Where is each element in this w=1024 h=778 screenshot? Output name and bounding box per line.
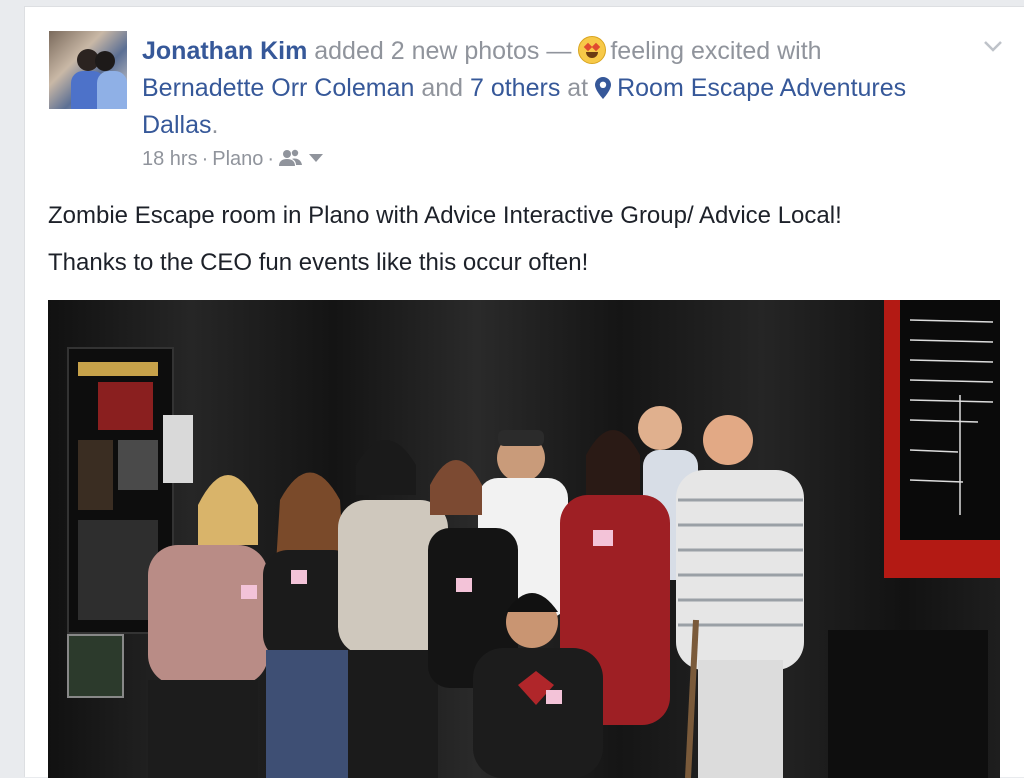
author-name-link[interactable]: Jonathan Kim: [142, 37, 307, 65]
post-meta: 18 hrs · Plano ·: [142, 147, 324, 171]
feeling-text: feeling excited with: [610, 37, 822, 65]
location-pin-icon: [595, 77, 612, 99]
red-board: [884, 300, 1000, 578]
post-card: Jonathan Kim added 2 new photos — feelin…: [24, 6, 1024, 778]
timestamp-link[interactable]: 18 hrs: [142, 148, 198, 170]
group-photo-illustration: [48, 300, 1000, 778]
chevron-down-icon: [309, 154, 324, 162]
friends-icon: [279, 149, 303, 166]
others-link[interactable]: 7 others: [470, 74, 560, 102]
post-message-line: Thanks to the CEO fun events like this o…: [48, 249, 589, 276]
post-header: Jonathan Kim added 2 new photos — feelin…: [142, 33, 922, 144]
post-photo[interactable]: [48, 300, 1000, 778]
author-avatar[interactable]: [49, 31, 127, 109]
audience-selector[interactable]: [278, 148, 324, 170]
action-text: added 2 new photos —: [314, 37, 572, 65]
and-text: and: [421, 74, 464, 102]
location-link[interactable]: Plano: [212, 148, 263, 170]
tagged-person-link[interactable]: Bernadette Orr Coleman: [142, 74, 414, 102]
post-options-chevron-icon[interactable]: [982, 35, 1004, 57]
post-message-line: Zombie Escape room in Plano with Advice …: [48, 202, 842, 229]
meta-separator: ·: [201, 148, 209, 170]
meta-separator: ·: [267, 148, 275, 170]
period-text: .: [211, 111, 219, 139]
excited-emoji-icon: [578, 36, 607, 64]
post-message: Zombie Escape room in Plano with Advice …: [48, 199, 1008, 293]
at-text: at: [567, 74, 589, 102]
